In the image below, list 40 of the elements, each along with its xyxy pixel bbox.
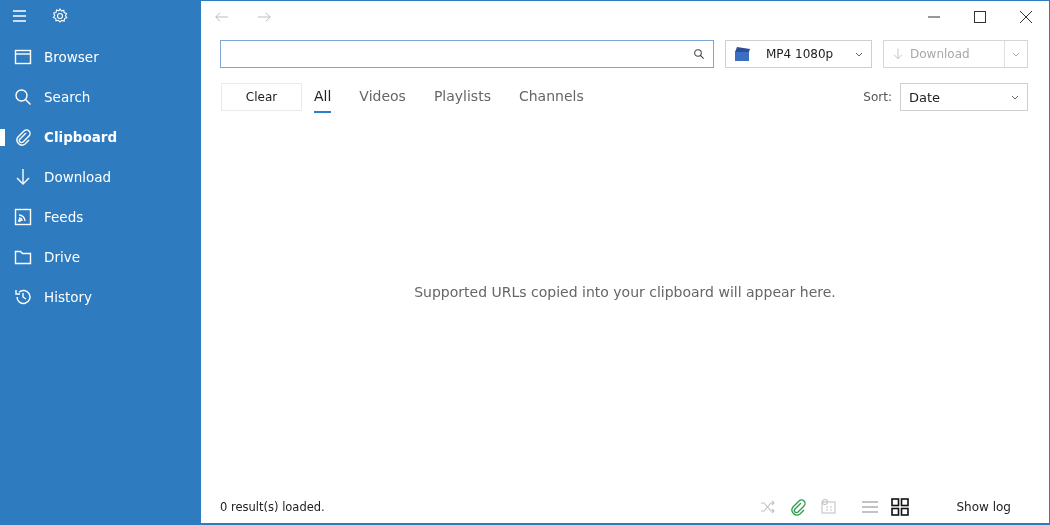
download-icon [892,47,904,61]
clear-button[interactable]: Clear [221,83,302,111]
sidebar-item[interactable]: Drive [0,237,201,277]
filter-tab[interactable]: All [314,81,332,113]
empty-message: Supported URLs copied into your clipboard will appear here. [414,284,836,300]
filter-tab[interactable]: Videos [359,81,406,113]
history-icon [14,288,32,306]
sidebar-item[interactable]: Search [0,77,201,117]
chevron-down-icon[interactable] [855,51,863,57]
calendar-icon[interactable] [818,498,837,516]
search-icon [14,88,32,106]
sort-dropdown[interactable]: Date [900,83,1028,111]
settings-icon[interactable] [51,7,69,25]
sidebar-item[interactable]: Download [0,157,201,197]
sort-label: Sort: [863,90,892,104]
sidebar-item[interactable]: Browser [0,37,201,77]
status-text: 0 result(s) loaded. [220,500,325,514]
menu-icon[interactable] [11,7,29,25]
sidebar-item[interactable]: Feeds [0,197,201,237]
paperclip-icon[interactable] [788,498,807,516]
chevron-down-icon[interactable] [1011,94,1019,100]
sidebar-item[interactable]: History [0,277,201,317]
maximize-button[interactable] [974,11,986,23]
paperclip-icon [14,128,32,146]
grid-view-icon[interactable] [888,498,911,516]
feed-icon [14,208,32,226]
show-log-button[interactable]: Show log [956,500,1011,514]
format-dropdown[interactable]: MP4 1080p [725,40,872,68]
search-field[interactable] [220,40,714,68]
folder-icon [14,248,32,266]
close-button[interactable] [1020,11,1032,23]
filter-tab[interactable]: Channels [518,81,584,113]
browser-icon [14,48,32,66]
sidebar-item[interactable]: Clipboard [0,117,201,157]
clapperboard-icon [734,46,752,62]
filter-tab[interactable]: Playlists [433,81,491,113]
download-icon [14,168,32,186]
selection-indicator [0,129,5,146]
shuffle-icon[interactable] [758,498,777,516]
search-icon [693,48,705,60]
